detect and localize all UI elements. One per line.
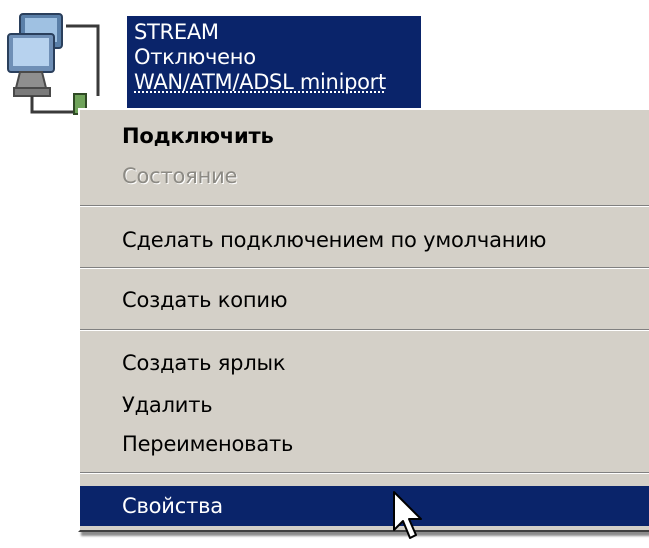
menu-separator bbox=[80, 329, 649, 331]
menu-item-create-shortcut[interactable]: Создать ярлык bbox=[80, 343, 649, 383]
connection-device: WAN/ATM/ADSL miniport bbox=[134, 70, 386, 94]
menu-item-create-copy[interactable]: Создать копию bbox=[80, 280, 649, 320]
arrow-cursor-icon bbox=[392, 490, 426, 544]
menu-separator bbox=[80, 472, 649, 474]
menu-item-rename[interactable]: Переименовать bbox=[80, 424, 649, 464]
network-connection-icon[interactable] bbox=[6, 12, 106, 122]
menu-item-connect[interactable]: Подключить bbox=[80, 116, 649, 156]
menu-item-delete[interactable]: Удалить bbox=[80, 385, 649, 425]
connection-status: Отключено bbox=[134, 45, 256, 69]
context-menu: Подключить Состояние Сделать подключение… bbox=[78, 108, 649, 532]
menu-separator bbox=[80, 267, 649, 269]
connection-label[interactable]: STREAM Отключено WAN/ATM/ADSL miniport bbox=[127, 16, 421, 108]
menu-item-status: Состояние bbox=[122, 164, 238, 188]
menu-item-set-default[interactable]: Сделать подключением по умолчанию bbox=[80, 220, 649, 260]
connection-name: STREAM bbox=[134, 20, 219, 44]
menu-item-properties[interactable]: Свойства bbox=[80, 486, 649, 526]
menu-separator bbox=[80, 205, 649, 207]
